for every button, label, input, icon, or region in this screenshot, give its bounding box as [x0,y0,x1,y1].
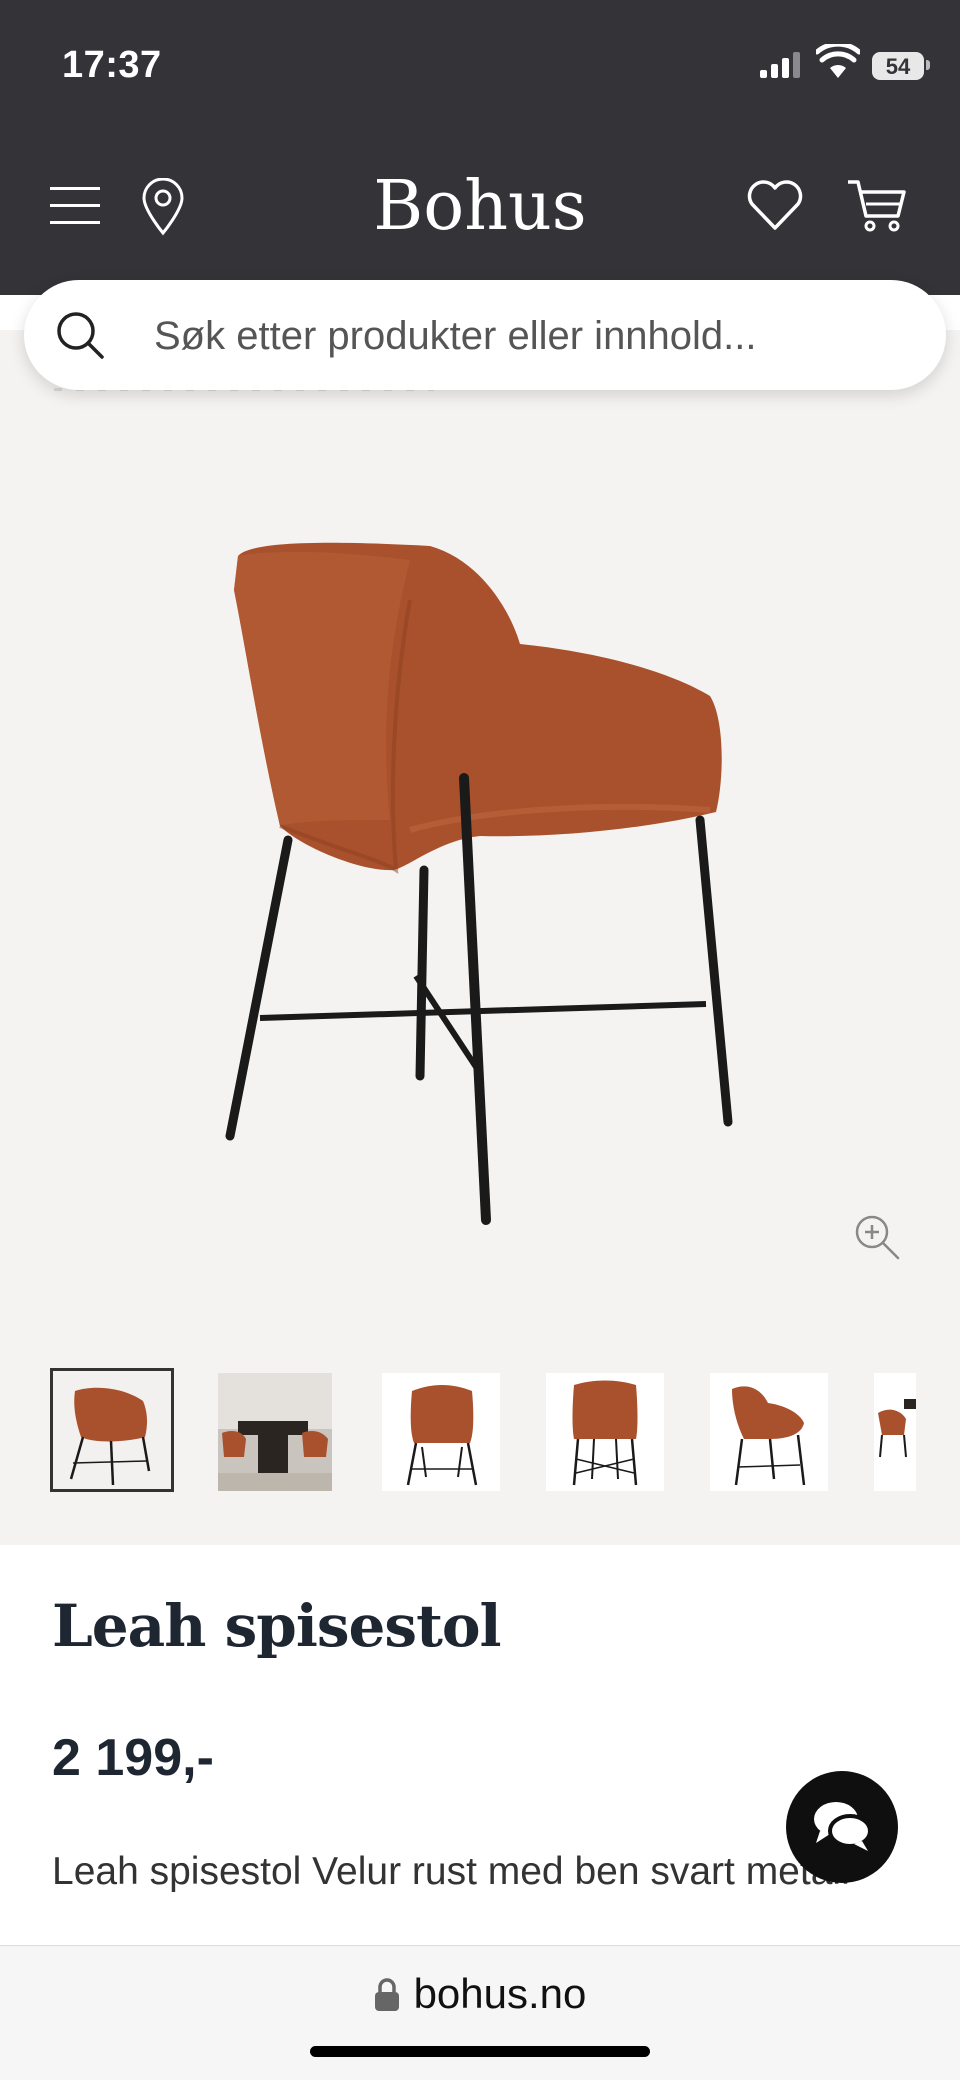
search-icon [57,312,104,359]
thumbnail-chair-back-image [572,1380,638,1486]
heart-icon[interactable] [746,180,804,232]
thumbnail-4[interactable] [546,1373,664,1491]
home-indicator [310,2046,650,2057]
signal-icon [760,52,800,78]
thumbnail-chair-side-image [732,1386,806,1486]
product-price: 2 199,- [52,1729,214,1787]
thumbnail-strip [50,1368,916,1496]
status-time: 17:37 [62,44,162,86]
thumbnail-partial-image [878,1399,916,1458]
battery-icon: 54 [872,52,924,80]
product-description: Leah spisestol Velur rust med ben svart … [52,1850,850,1893]
product-main-image[interactable] [180,520,760,1230]
thumbnail-2[interactable] [218,1373,332,1491]
thumbnail-3[interactable] [382,1373,500,1491]
thumbnail-5[interactable] [710,1373,828,1491]
chat-icon [814,1802,872,1851]
battery-tip [926,60,930,70]
thumbnail-chair-image [69,1387,151,1486]
lock-icon [374,1978,399,2011]
thumbnail-1[interactable] [50,1368,174,1492]
chat-button[interactable] [786,1771,898,1883]
brand-logo[interactable]: Bohus [0,165,960,249]
product-title: Leah spisestol [52,1592,502,1660]
wifi-icon [816,44,860,78]
cart-icon[interactable] [846,178,908,234]
thumbnail-6[interactable] [874,1373,916,1491]
zoom-icon[interactable] [852,1212,902,1262]
thumbnail-room-image [218,1373,332,1491]
url-text: bohus.no [413,1970,587,2017]
thumbnail-chair-front-image [406,1385,478,1486]
search-bar[interactable] [24,280,946,390]
status-icons: 54 [760,44,930,90]
address-bar[interactable]: bohus.no [0,1970,960,2018]
search-input[interactable] [152,305,916,367]
